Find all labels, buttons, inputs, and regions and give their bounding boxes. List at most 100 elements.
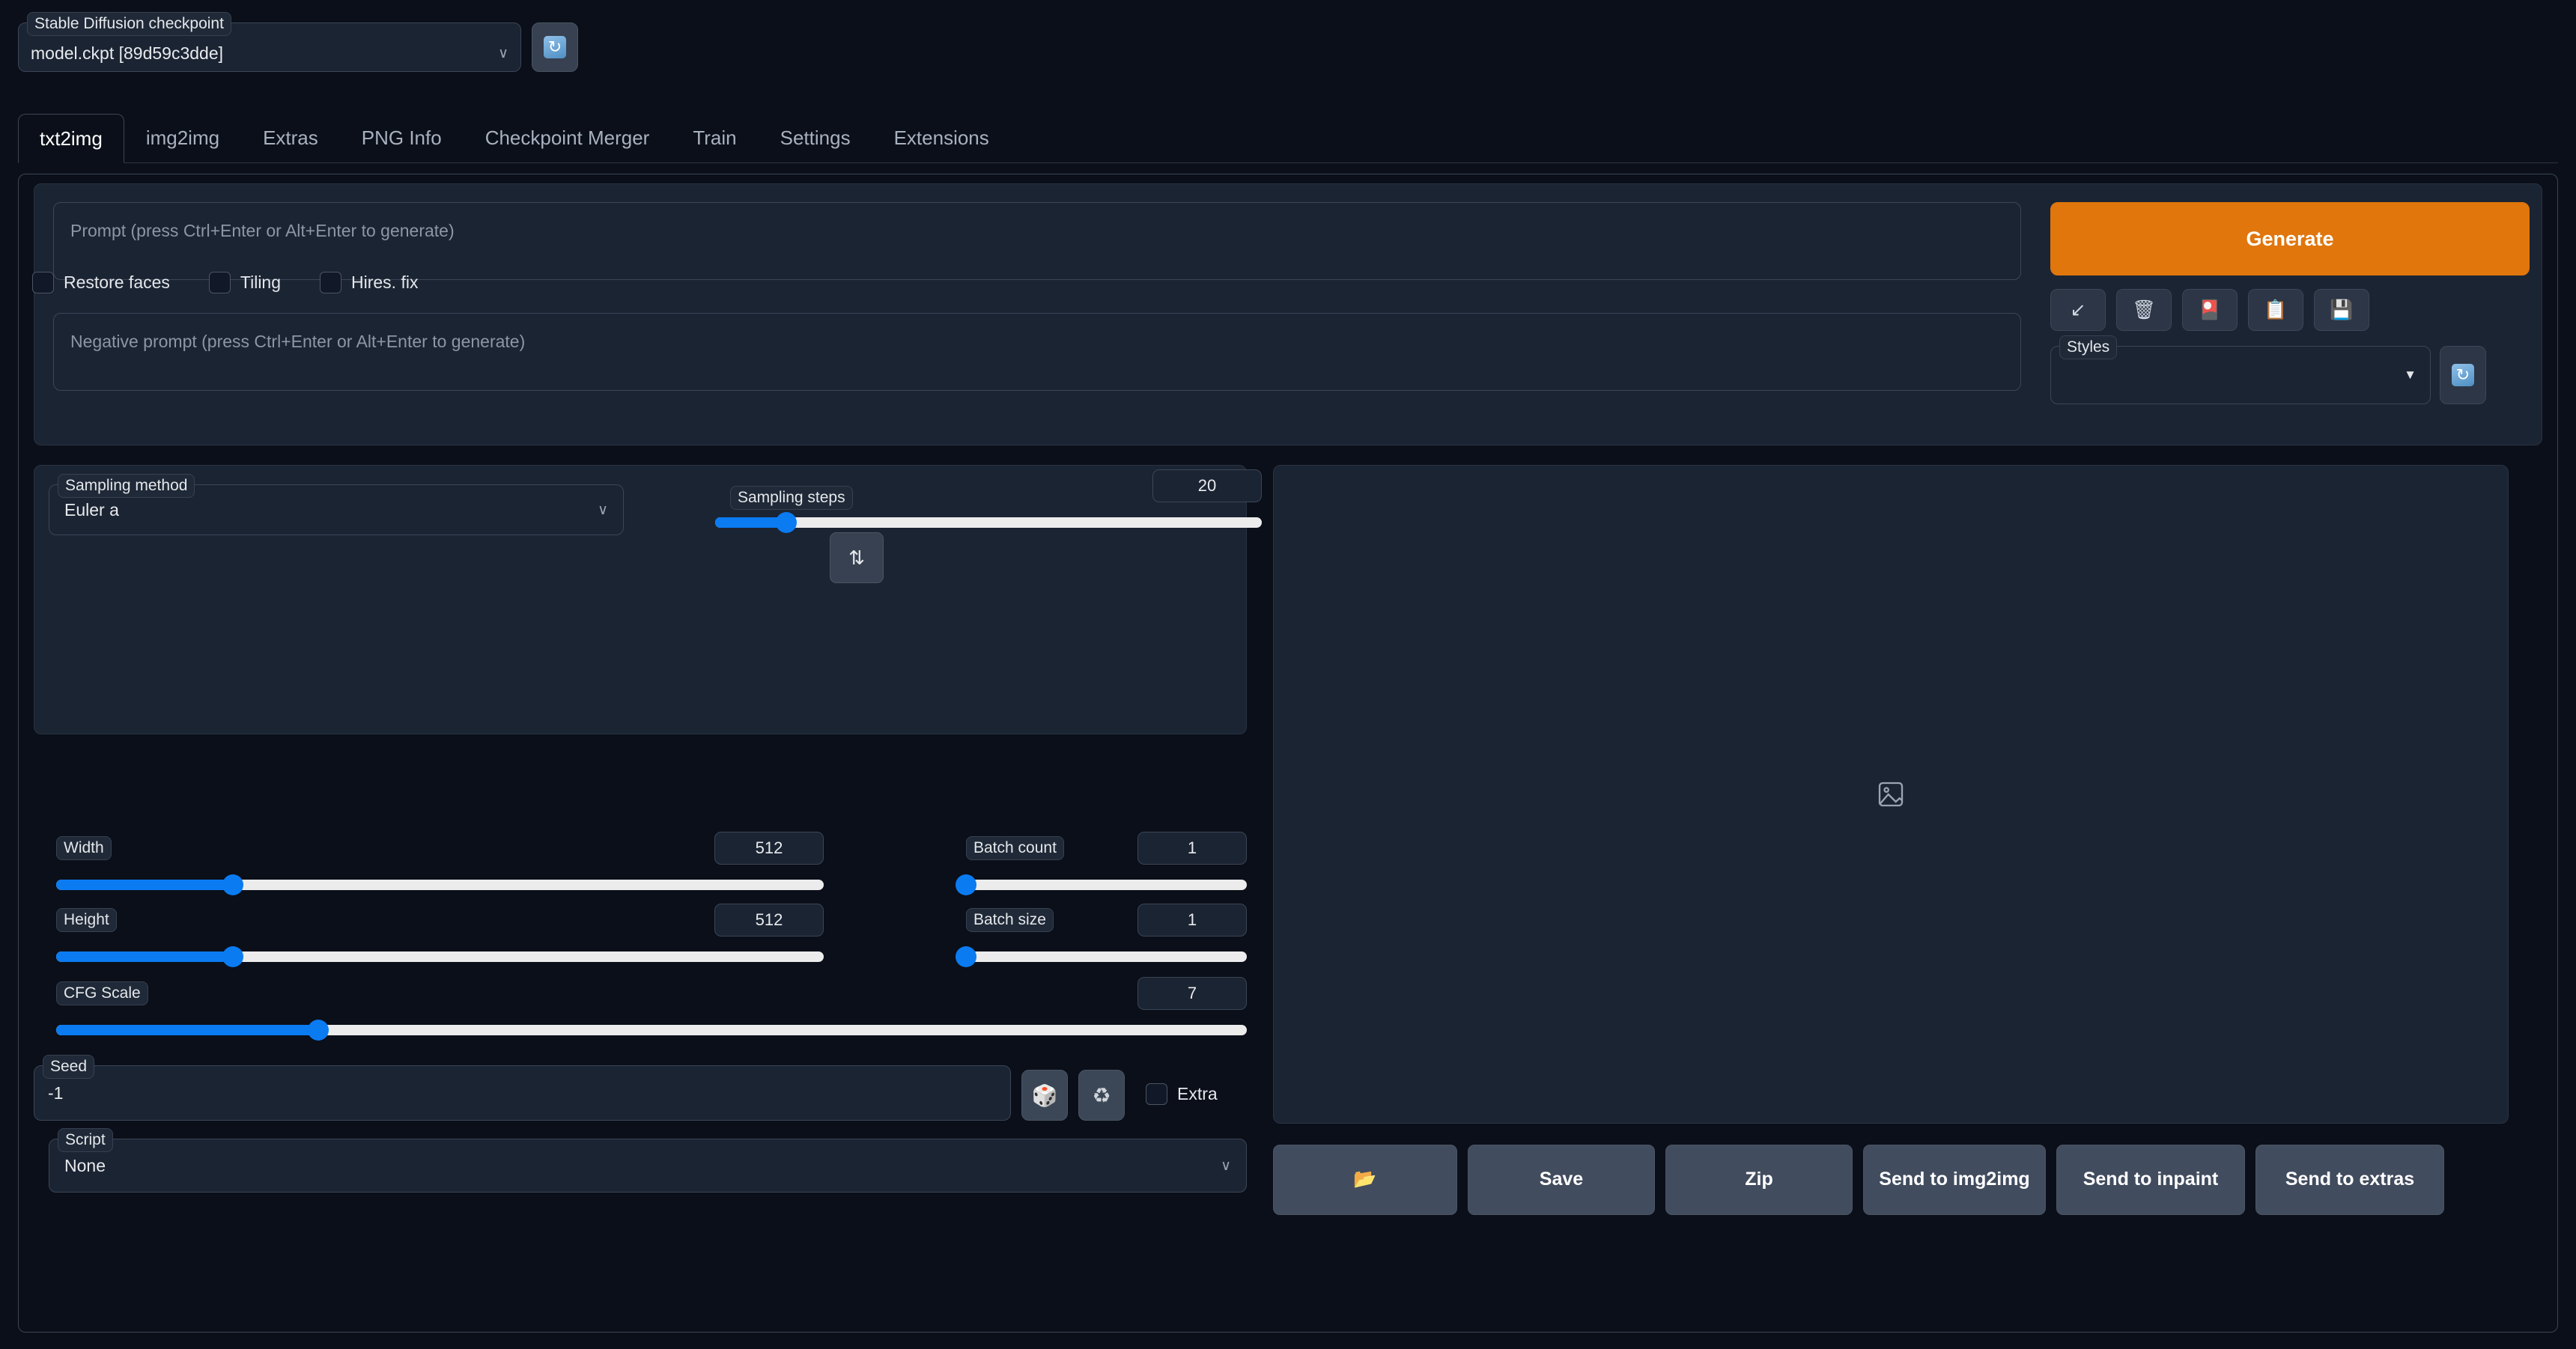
cfg-scale-value[interactable]: 7 <box>1137 977 1247 1010</box>
checkpoint-label: Stable Diffusion checkpoint <box>27 12 231 37</box>
save-button[interactable]: Save <box>1468 1145 1655 1215</box>
checkbox-box[interactable] <box>208 272 231 293</box>
script-field: Script None ∨ <box>49 1128 1247 1193</box>
refresh-icon: ↻ <box>544 36 566 58</box>
main-tabs: txt2img img2img Extras PNG Info Checkpoi… <box>18 114 2558 163</box>
script-label: Script <box>58 1128 113 1153</box>
tab-settings[interactable]: Settings <box>759 114 872 162</box>
output-gallery[interactable] <box>1273 465 2509 1124</box>
send-to-inpaint-button[interactable]: Send to inpaint <box>2056 1145 2245 1215</box>
height-knob[interactable] <box>222 946 243 967</box>
extra-seed-checkbox[interactable]: Extra <box>1146 1083 1218 1105</box>
script-select[interactable]: None ∨ <box>49 1139 1247 1193</box>
width-slider[interactable]: Width 512 <box>56 832 824 895</box>
cfg-scale-track[interactable] <box>56 1020 1247 1041</box>
cfg-scale-label: CFG Scale <box>56 981 148 1006</box>
tab-train[interactable]: Train <box>671 114 758 162</box>
batch-count-label: Batch count <box>966 836 1064 861</box>
batch-size-track[interactable] <box>956 946 1247 967</box>
send-to-img2img-button[interactable]: Send to img2img <box>1863 1145 2046 1215</box>
send-to-extras-button[interactable]: Send to extras <box>2255 1145 2444 1215</box>
floppy-disk-icon: 💾 <box>2330 299 2354 320</box>
restore-faces-label: Restore faces <box>64 272 170 292</box>
batch-count-slider[interactable]: Batch count 1 <box>956 832 1247 895</box>
tab-png-info[interactable]: PNG Info <box>340 114 464 162</box>
tab-txt2img[interactable]: txt2img <box>18 114 124 163</box>
batch-size-knob[interactable] <box>956 946 976 967</box>
width-knob[interactable] <box>222 874 243 895</box>
open-folder-button[interactable]: 📂 <box>1273 1145 1457 1215</box>
tab-extensions[interactable]: Extensions <box>872 114 1011 162</box>
paste-style-button[interactable]: 📋 <box>2248 289 2303 331</box>
chevron-down-icon: ∨ <box>1221 1157 1231 1174</box>
sampling-method-label: Sampling method <box>58 474 195 499</box>
refresh-icon: ↻ <box>2452 364 2474 386</box>
batch-size-slider[interactable]: Batch size 1 <box>956 904 1247 967</box>
clear-prompt-button[interactable]: 🗑 <box>2116 289 2172 331</box>
cfg-scale-slider[interactable]: CFG Scale 7 <box>56 977 1247 1041</box>
width-track[interactable] <box>56 874 824 895</box>
sampling-steps-track[interactable] <box>715 512 1262 533</box>
prompt-tool-row: ↙ 🗑 🎴 📋 💾 <box>2050 289 2369 331</box>
hires-fix-checkbox[interactable]: Hires. fix <box>320 272 418 293</box>
clipboard-icon: 📋 <box>2264 299 2288 320</box>
save-style-button[interactable]: 💾 <box>2314 289 2369 331</box>
batch-count-knob[interactable] <box>956 874 976 895</box>
styles-section: Styles ▼ ↻ <box>2050 335 2486 404</box>
tiling-checkbox[interactable]: Tiling <box>208 272 282 293</box>
seed-row: Seed -1 🎲 ♻ Extra <box>34 1055 1257 1121</box>
sampling-steps-value[interactable]: 20 <box>1152 469 1262 502</box>
tab-checkpoint-merger[interactable]: Checkpoint Merger <box>464 114 672 162</box>
txt2img-panel: Prompt (press Ctrl+Enter or Alt+Enter to… <box>18 174 2558 1333</box>
seed-input[interactable]: -1 <box>34 1065 1011 1121</box>
checkpoint-selector[interactable]: Stable Diffusion checkpoint model.ckpt [… <box>18 12 521 72</box>
restore-faces-checkbox[interactable]: Restore faces <box>32 272 170 293</box>
extra-label: Extra <box>1177 1084 1218 1103</box>
script-value: None <box>64 1155 106 1175</box>
width-label: Width <box>56 836 112 861</box>
height-value[interactable]: 512 <box>714 904 824 937</box>
negative-prompt-input[interactable]: Negative prompt (press Ctrl+Enter or Alt… <box>53 313 2021 391</box>
cfg-scale-knob[interactable] <box>307 1020 329 1041</box>
sampling-method-field: Sampling method Euler a ∨ <box>49 474 624 535</box>
batch-count-value[interactable]: 1 <box>1137 832 1247 865</box>
random-seed-button[interactable]: 🎲 <box>1021 1070 1068 1121</box>
batch-count-track[interactable] <box>956 874 1247 895</box>
gallery-actions: 📂 Save Zip Send to img2img Send to inpai… <box>1273 1145 2444 1215</box>
prompt-input[interactable]: Prompt (press Ctrl+Enter or Alt+Enter to… <box>53 202 2021 280</box>
refresh-styles-button[interactable]: ↻ <box>2440 346 2486 404</box>
checkbox-box[interactable] <box>32 272 54 293</box>
apply-style-button[interactable]: 🎴 <box>2182 289 2238 331</box>
height-track[interactable] <box>56 946 824 967</box>
generate-button[interactable]: Generate <box>2050 202 2530 275</box>
arrow-down-left-icon: ↙ <box>2070 299 2086 320</box>
chevron-down-icon: ∨ <box>598 502 608 518</box>
swap-dimensions-button[interactable]: ⇅ <box>830 532 884 583</box>
toggle-row: Restore faces Tiling Hires. fix <box>32 272 457 293</box>
recycle-icon: ♻ <box>1092 1083 1111 1107</box>
checkbox-box[interactable] <box>1146 1083 1167 1105</box>
zip-button[interactable]: Zip <box>1665 1145 1853 1215</box>
read-generation-parameters-button[interactable]: ↙ <box>2050 289 2106 331</box>
hires-fix-label: Hires. fix <box>351 272 419 292</box>
seed-label: Seed <box>43 1055 95 1079</box>
checkbox-box[interactable] <box>320 272 342 293</box>
art-palette-icon: 🎴 <box>2198 299 2222 320</box>
width-value[interactable]: 512 <box>714 832 824 865</box>
dice-icon: 🎲 <box>1031 1083 1058 1107</box>
prompt-section: Prompt (press Ctrl+Enter or Alt+Enter to… <box>34 183 2542 445</box>
image-placeholder-icon <box>1878 782 1904 807</box>
sampling-steps-label: Sampling steps <box>730 486 853 511</box>
batch-size-value[interactable]: 1 <box>1137 904 1247 937</box>
sampling-steps-slider[interactable]: Sampling steps 20 <box>715 469 1262 533</box>
tab-extras[interactable]: Extras <box>241 114 340 162</box>
reuse-seed-button[interactable]: ♻ <box>1078 1070 1125 1121</box>
tiling-label: Tiling <box>240 272 282 292</box>
styles-label: Styles <box>2059 335 2118 360</box>
tab-img2img[interactable]: img2img <box>124 114 241 162</box>
refresh-checkpoints-button[interactable]: ↻ <box>532 22 578 72</box>
chevron-down-icon: ∨ <box>498 46 508 61</box>
folder-icon: 📂 <box>1353 1169 1377 1190</box>
sampling-steps-knob[interactable] <box>775 512 797 533</box>
height-slider[interactable]: Height 512 <box>56 904 824 967</box>
